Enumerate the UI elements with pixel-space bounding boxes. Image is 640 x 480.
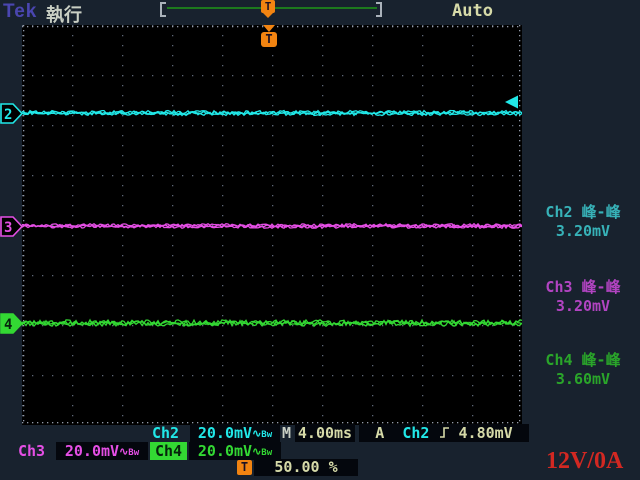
- timebase-readout: 4.00ms: [295, 424, 355, 442]
- trigger-level-value: 4.80mV: [459, 424, 513, 442]
- measurement-label: Ch2 峰-峰: [528, 203, 638, 222]
- svg-text:3: 3: [4, 220, 12, 236]
- measurement-value: 3.20mV: [528, 222, 638, 241]
- top-status-bar: Tek 執行 T Auto: [0, 0, 640, 24]
- trigger-position-value: 50.00 %: [254, 459, 358, 476]
- measurement-ch3-pkpk: Ch3 峰-峰 3.20mV: [528, 278, 638, 316]
- ac-coupling-icon: ∿: [252, 445, 261, 458]
- measurement-ch2-pkpk: Ch2 峰-峰 3.20mV: [528, 203, 638, 241]
- measurement-ch4-pkpk: Ch4 峰-峰 3.60mV: [528, 351, 638, 389]
- psu-setting-note: 12V/0A: [546, 448, 640, 475]
- graticule-and-traces: [22, 25, 522, 425]
- ac-coupling-icon: ∿: [119, 445, 128, 458]
- trigger-readout: A Ch2 4.80mV: [359, 424, 529, 442]
- trigger-position-arrow-icon: [263, 25, 275, 32]
- svg-text:4: 4: [4, 317, 12, 333]
- ch4-scale-readout: 20.0mV∿Bw: [189, 442, 281, 460]
- tek-logo: Tek: [3, 1, 37, 23]
- ch2-scale-readout: 20.0mV∿Bw: [190, 424, 280, 442]
- waveform-display: T: [22, 25, 522, 425]
- oscilloscope-screen: Tek 執行 T Auto T 2 3 4 Ch2 峰-峰 3.20mV Ch3 峰…: [0, 0, 640, 480]
- trigger-source-label: Ch2: [402, 424, 429, 442]
- run-status-label: 執行: [46, 1, 82, 27]
- trigger-a-label: A: [375, 424, 384, 442]
- readout-row-1: Ch2 20.0mV∿Bw M 4.00ms A Ch2 4.80mV: [0, 424, 640, 442]
- measurement-label: Ch3 峰-峰: [528, 278, 638, 297]
- ch3-label: Ch3: [18, 442, 45, 460]
- channel-marker-ch4: 4: [0, 313, 23, 338]
- measurement-value: 3.20mV: [528, 297, 638, 316]
- main-timebase-label: M: [282, 424, 291, 442]
- record-view-left-bracket: [160, 2, 166, 17]
- rising-edge-icon: [439, 426, 450, 439]
- trigger-position-icon: T: [261, 0, 275, 13]
- bandwidth-limit-icon: Bw: [261, 448, 272, 458]
- channel-marker-ch2: 2: [0, 103, 23, 128]
- ch3-scale-readout: 20.0mV∿Bw: [56, 442, 148, 460]
- ch4-label-selected: Ch4: [150, 442, 187, 460]
- measurement-label: Ch4 峰-峰: [528, 351, 638, 370]
- measurement-value: 3.60mV: [528, 370, 638, 389]
- trigger-level-arrow-icon: [505, 96, 518, 109]
- ch2-label: Ch2: [152, 424, 179, 442]
- trigger-position-icon-tail: [263, 13, 273, 18]
- channel-marker-ch3: 3: [0, 216, 23, 241]
- bandwidth-limit-icon: Bw: [261, 430, 272, 440]
- svg-text:2: 2: [4, 107, 12, 123]
- bandwidth-limit-icon: Bw: [128, 448, 139, 458]
- readout-row-3: T 50.00 %: [0, 459, 640, 477]
- ac-coupling-icon: ∿: [252, 427, 261, 440]
- acquisition-mode-label: Auto: [452, 1, 493, 21]
- record-view-right-bracket: [376, 2, 382, 17]
- trigger-position-symbol: T: [237, 460, 252, 475]
- trigger-symbol: T: [261, 32, 277, 47]
